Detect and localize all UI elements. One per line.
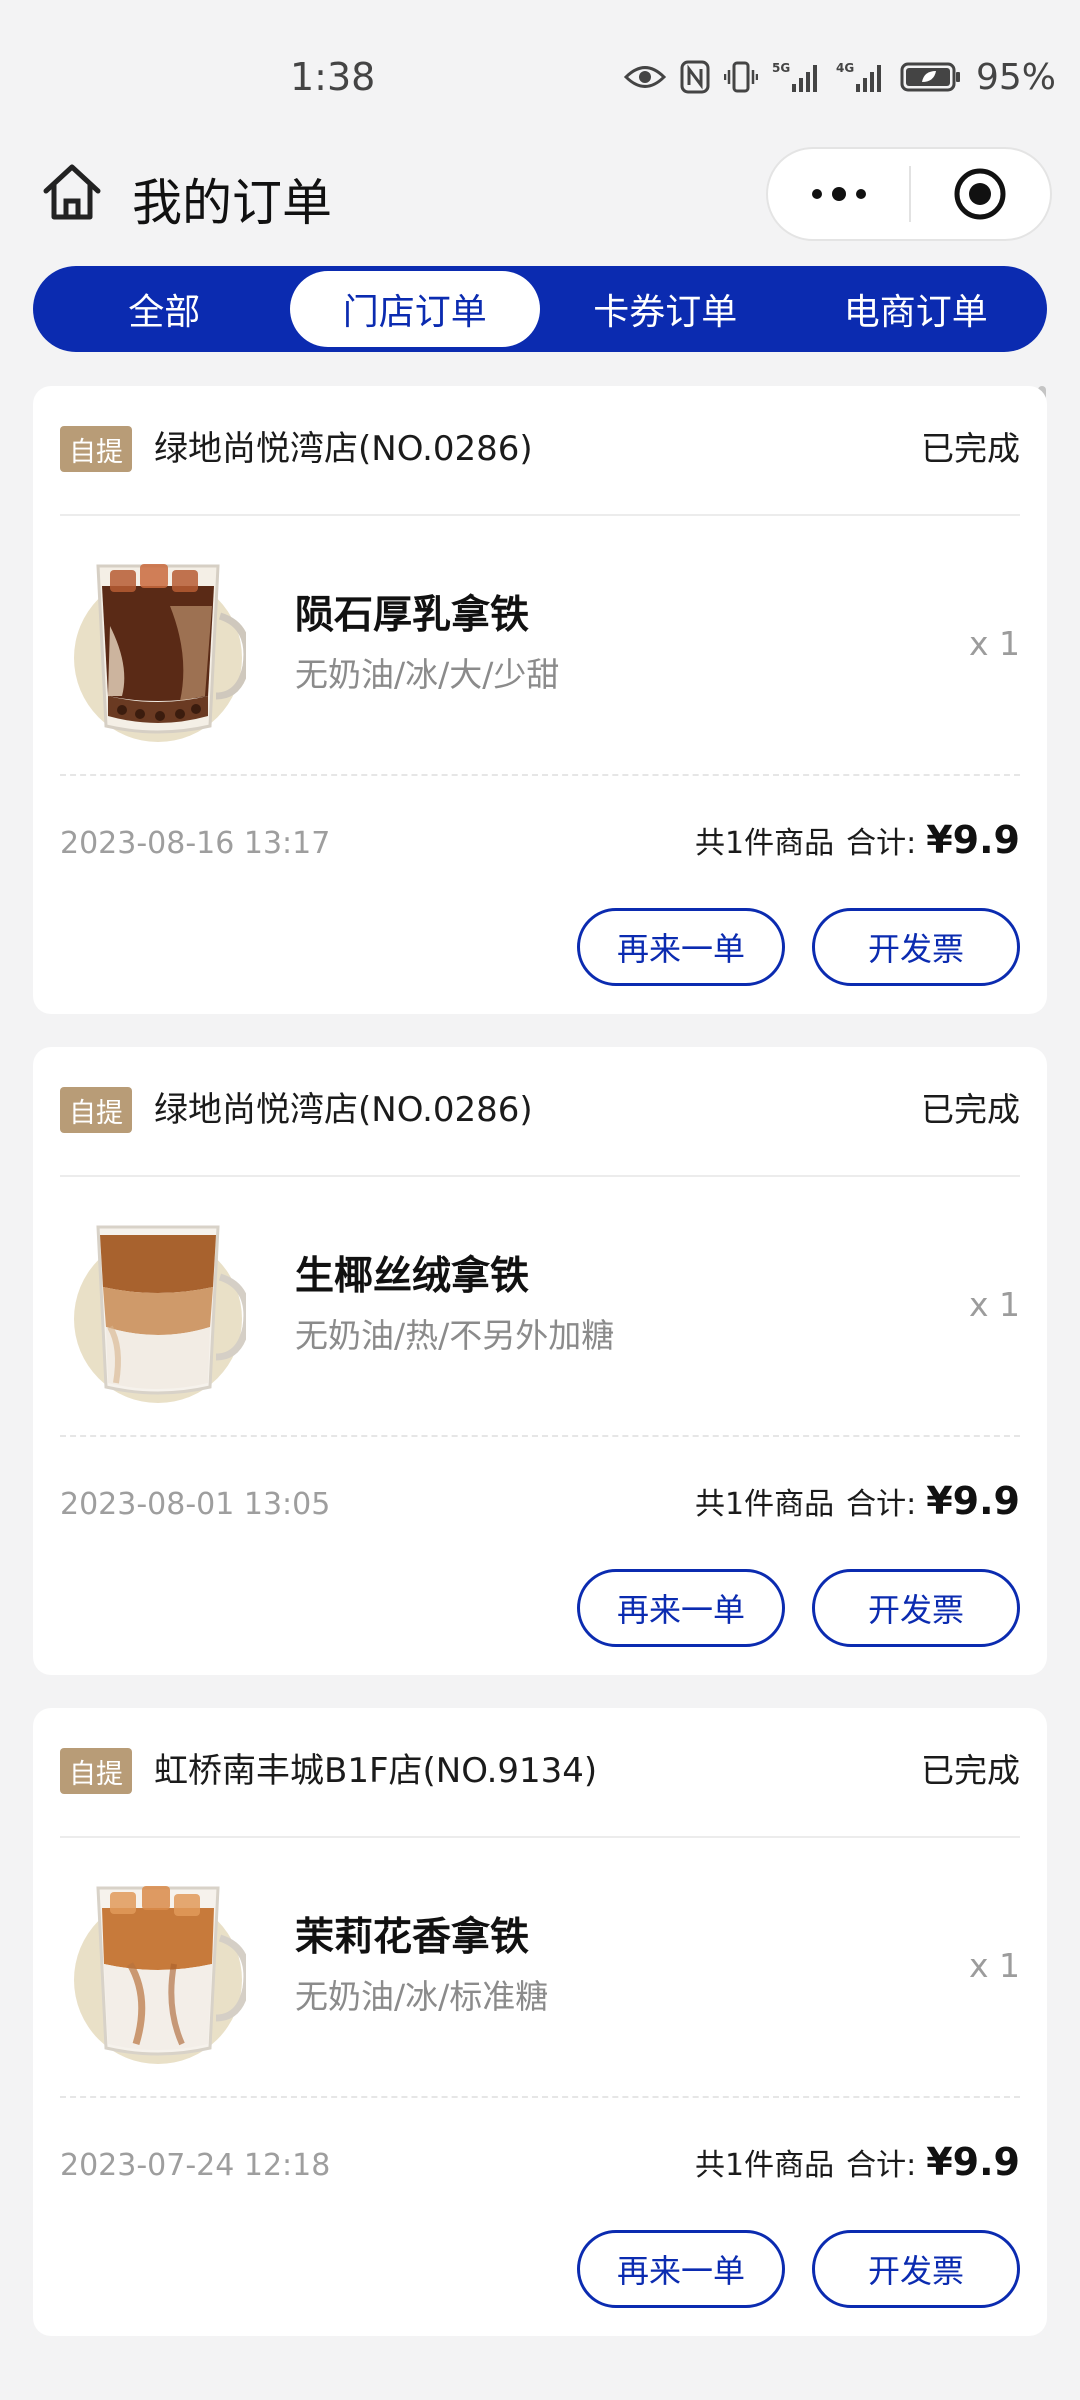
signal-4g-icon: 4G: [836, 60, 886, 94]
pickup-badge: 自提: [60, 1087, 132, 1133]
total-label: 合计:: [846, 1487, 917, 1522]
item-spec: 无奶油/冰/标准糖: [295, 1977, 549, 2016]
battery-icon: [900, 61, 962, 93]
reorder-button[interactable]: 再来一单: [577, 908, 785, 986]
item-count: 共1件商品: [695, 826, 835, 861]
invoice-button[interactable]: 开发票: [812, 2230, 1020, 2308]
reorder-button[interactable]: 再来一单: [577, 1569, 785, 1647]
status-bar: 1:38 5G 4G 95%: [0, 0, 1080, 150]
item-name: 茉莉花香拿铁: [295, 1915, 530, 1960]
more-dots-icon[interactable]: [768, 149, 909, 239]
total-price: ¥9.9: [926, 2140, 1020, 2184]
status-icons: 5G 4G 95%: [623, 52, 1056, 102]
total-price: ¥9.9: [926, 1479, 1020, 1523]
order-tabs: 全部 门店订单 卡券订单 电商订单: [33, 266, 1047, 352]
order-card: 自提 虹桥南丰城B1F店(NO.9134) 已完成 茉莉花香拿铁 无奶油/冰/标…: [33, 1708, 1047, 2336]
order-status: 已完成: [921, 1090, 1020, 1129]
home-icon[interactable]: [40, 161, 104, 225]
item-quantity: x 1: [968, 1946, 1020, 1985]
order-item[interactable]: 陨石厚乳拿铁 无奶油/冰/大/少甜 x 1: [60, 516, 1020, 776]
drink-image: [70, 1207, 251, 1403]
order-status: 已完成: [921, 1751, 1020, 1790]
item-spec: 无奶油/冰/大/少甜: [295, 655, 560, 694]
tab-coupon-orders[interactable]: 卡券订单: [540, 271, 791, 347]
order-summary: 共1件商品 合计: ¥9.9: [695, 1479, 1020, 1523]
svg-text:5G: 5G: [772, 61, 790, 75]
drink-image: [70, 546, 251, 742]
order-card: 自提 绿地尚悦湾店(NO.0286) 已完成 陨石厚乳拿铁 无奶油/冰/大/少甜…: [33, 386, 1047, 1014]
order-card: 自提 绿地尚悦湾店(NO.0286) 已完成 生椰丝绒拿铁 无奶油/热/不另外加…: [33, 1047, 1047, 1675]
order-card-header: 自提 虹桥南丰城B1F店(NO.9134) 已完成: [60, 1708, 1020, 1838]
tab-store-orders[interactable]: 门店订单: [289, 271, 540, 347]
drink-image: [70, 1868, 251, 2064]
order-summary: 共1件商品 合计: ¥9.9: [695, 818, 1020, 862]
order-card-header: 自提 绿地尚悦湾店(NO.0286) 已完成: [60, 1047, 1020, 1177]
order-item[interactable]: 茉莉花香拿铁 无奶油/冰/标准糖 x 1: [60, 1838, 1020, 2098]
order-summary: 共1件商品 合计: ¥9.9: [695, 2140, 1020, 2184]
item-name: 陨石厚乳拿铁: [295, 593, 530, 638]
page-title: 我的订单: [132, 174, 332, 232]
order-status: 已完成: [921, 429, 1020, 468]
pickup-badge: 自提: [60, 426, 132, 472]
signal-5g-icon: 5G: [772, 60, 822, 94]
mini-program-capsule: [766, 147, 1052, 241]
total-label: 合计:: [846, 826, 917, 861]
order-item[interactable]: 生椰丝绒拿铁 无奶油/热/不另外加糖 x 1: [60, 1177, 1020, 1437]
vibrate-icon: [723, 60, 758, 94]
item-count: 共1件商品: [695, 1487, 835, 1522]
order-time: 2023-08-16 13:17: [60, 826, 331, 861]
store-name: 虹桥南丰城B1F店(NO.9134): [154, 1751, 598, 1791]
invoice-button[interactable]: 开发票: [812, 1569, 1020, 1647]
store-name: 绿地尚悦湾店(NO.0286): [154, 1090, 533, 1130]
tab-all[interactable]: 全部: [39, 271, 290, 347]
item-quantity: x 1: [968, 1285, 1020, 1324]
item-name: 生椰丝绒拿铁: [295, 1254, 530, 1299]
item-count: 共1件商品: [695, 2148, 835, 2183]
battery-percent: 95%: [975, 56, 1056, 98]
tab-ecommerce-orders[interactable]: 电商订单: [791, 271, 1042, 347]
order-card-header: 自提 绿地尚悦湾店(NO.0286) 已完成: [60, 386, 1020, 516]
order-time: 2023-07-24 12:18: [60, 2148, 331, 2183]
item-quantity: x 1: [968, 624, 1020, 663]
total-price: ¥9.9: [926, 818, 1020, 862]
status-time: 1:38: [290, 55, 376, 99]
reorder-button[interactable]: 再来一单: [577, 2230, 785, 2308]
total-label: 合计:: [846, 2148, 917, 2183]
eye-icon: [623, 62, 666, 92]
nfc-icon: [680, 60, 710, 94]
invoice-button[interactable]: 开发票: [812, 908, 1020, 986]
order-time: 2023-08-01 13:05: [60, 1487, 331, 1522]
header: 我的订单: [0, 145, 1080, 245]
record-target-icon[interactable]: [911, 149, 1050, 239]
item-spec: 无奶油/热/不另外加糖: [295, 1316, 615, 1355]
store-name: 绿地尚悦湾店(NO.0286): [154, 429, 533, 469]
svg-text:4G: 4G: [836, 61, 854, 75]
pickup-badge: 自提: [60, 1748, 132, 1794]
